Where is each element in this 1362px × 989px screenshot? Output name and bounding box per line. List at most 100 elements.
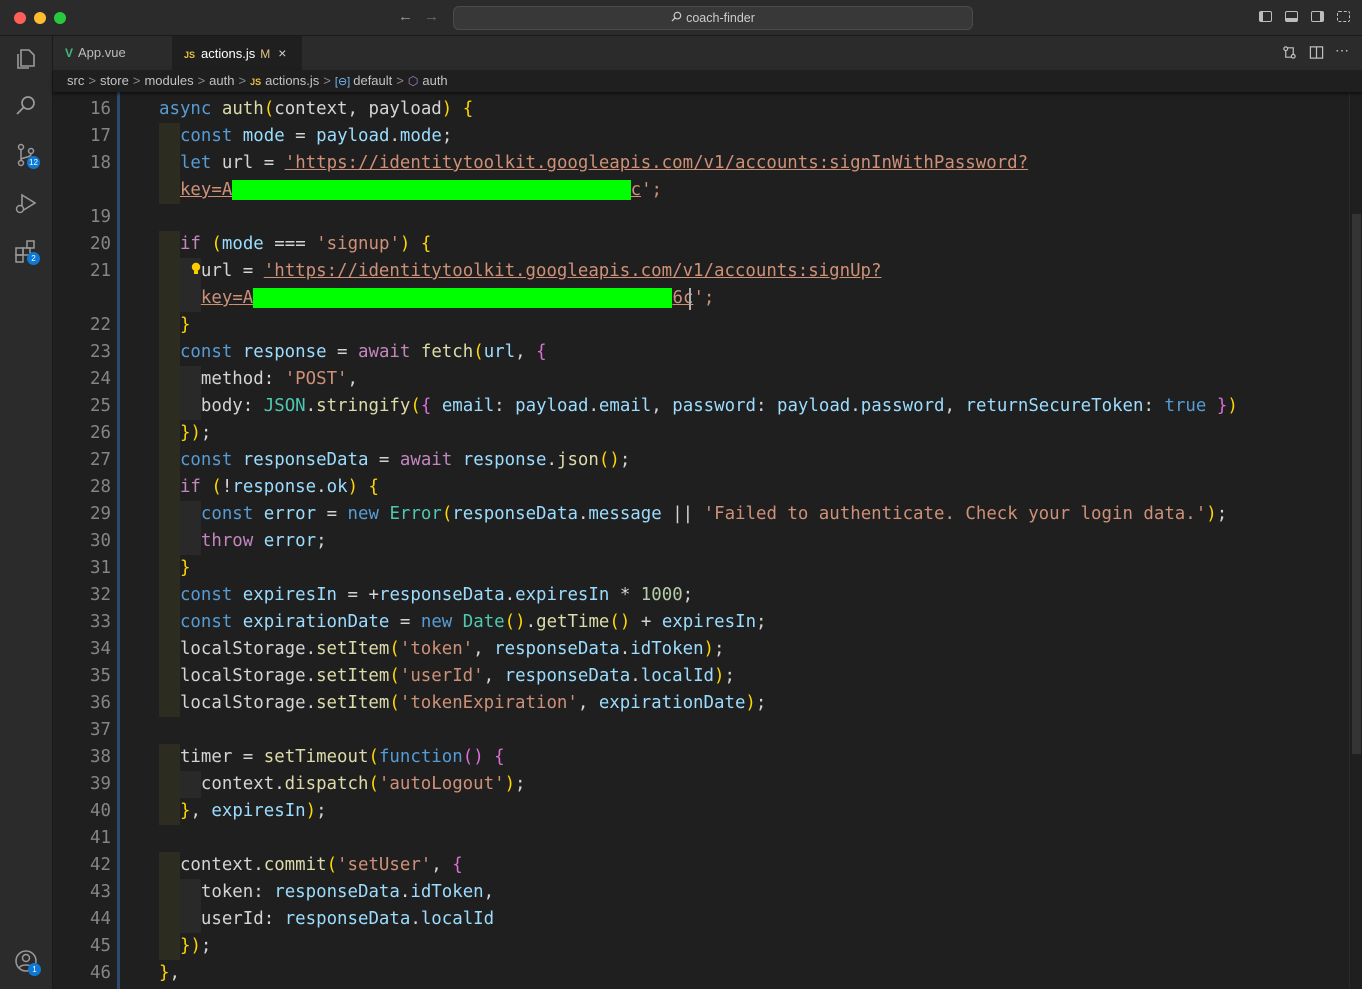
code-punct: = — [242, 747, 254, 767]
string-literal: 'POST' — [284, 369, 348, 389]
code-punct: . — [253, 855, 264, 875]
source-control-icon[interactable]: 12 — [13, 142, 40, 169]
code-line[interactable]: 26 }); — [53, 420, 1349, 447]
code-line[interactable]: 18 let url = 'https://identitytoolkit.go… — [53, 150, 1349, 177]
compare-changes-icon[interactable] — [1282, 45, 1297, 63]
code-token: localStorage — [179, 666, 306, 686]
code-line[interactable]: 31 } — [53, 555, 1349, 582]
code-punct: . — [577, 504, 589, 524]
breadcrumb-symbol-default[interactable]: default — [353, 73, 392, 88]
breadcrumb-file[interactable]: actions.js — [265, 73, 319, 88]
code-line[interactable]: 20 if (mode === 'signup') { — [53, 231, 1349, 258]
code-punct — [389, 612, 399, 632]
code-line[interactable]: key=A c'; — [53, 177, 1349, 204]
breadcrumb-src[interactable]: src — [67, 73, 84, 88]
close-window-button[interactable] — [14, 12, 26, 24]
breadcrumb-auth-folder[interactable]: auth — [209, 73, 234, 88]
code-line[interactable]: key=A6c'; — [53, 285, 1349, 312]
back-arrow-icon[interactable]: ← — [398, 8, 413, 26]
code-punct — [159, 126, 180, 146]
code-punct — [159, 612, 180, 632]
extensions-icon[interactable]: 2 — [13, 238, 40, 265]
code-punct: ( — [368, 774, 379, 794]
code-line[interactable]: 22 } — [53, 312, 1349, 339]
code-punct — [484, 639, 494, 659]
code-text: method: 'POST', — [159, 366, 358, 393]
code-line[interactable]: 21 url = 'https://identitytoolkit.google… — [53, 258, 1349, 285]
scrollbar-thumb[interactable] — [1352, 214, 1361, 754]
code-punct — [452, 612, 462, 632]
code-editor[interactable]: 16 async auth(context, payload) {17 const… — [53, 92, 1349, 989]
code-line[interactable]: 19 — [53, 204, 1349, 231]
toggle-panel-icon[interactable] — [1285, 11, 1298, 22]
code-line[interactable]: 29 const error = new Error(responseData.… — [53, 501, 1349, 528]
code-line[interactable]: 45 }); — [53, 933, 1349, 960]
files-icon[interactable] — [13, 46, 39, 72]
code-line[interactable]: 16 async auth(context, payload) { — [53, 96, 1349, 123]
code-text: }); — [159, 420, 211, 447]
code-line[interactable]: 33 const expirationDate = new Date().get… — [53, 609, 1349, 636]
code-punct — [662, 504, 672, 524]
code-line[interactable]: 34 localStorage.setItem('token', respons… — [53, 636, 1349, 663]
code-text: async auth(context, payload) { — [159, 96, 473, 123]
toggle-secondary-sidebar-icon[interactable] — [1311, 11, 1324, 22]
code-line[interactable]: 43 token: responseData.idToken, — [53, 879, 1349, 906]
code-punct — [358, 477, 368, 497]
code-line[interactable]: 17 const mode = payload.mode; — [53, 123, 1349, 150]
code-line[interactable]: 38 timer = setTimeout(function() { — [53, 744, 1349, 771]
code-punct: ; — [1216, 504, 1228, 524]
line-number: 44 — [90, 909, 111, 929]
code-line[interactable]: 28 if (!response.ok) { — [53, 474, 1349, 501]
code-punct — [159, 288, 201, 308]
toggle-primary-sidebar-icon[interactable] — [1259, 11, 1272, 22]
code-punct: } — [1216, 396, 1228, 416]
code-punct: * — [619, 585, 631, 605]
code-punct — [264, 882, 274, 902]
code-line[interactable]: 39 context.dispatch('autoLogout'); — [53, 771, 1349, 798]
code-punct — [285, 126, 295, 146]
code-line[interactable]: 23 const response = await fetch(url, { — [53, 339, 1349, 366]
run-debug-icon[interactable] — [13, 190, 39, 216]
lightbulb-icon[interactable] — [191, 262, 201, 279]
breadcrumb-store[interactable]: store — [100, 73, 129, 88]
code-punct — [253, 504, 263, 524]
code-line[interactable]: 37 — [53, 717, 1349, 744]
code-token: timer — [179, 747, 233, 767]
code-punct: = — [326, 504, 338, 524]
code-line[interactable]: 35 localStorage.setItem('userId', respon… — [53, 663, 1349, 690]
account-icon[interactable]: 1 — [13, 948, 41, 976]
code-line[interactable]: 24 method: 'POST', — [53, 366, 1349, 393]
split-editor-icon[interactable] — [1309, 45, 1324, 63]
customize-layout-icon[interactable] — [1337, 11, 1350, 22]
code-line[interactable]: 25 body: JSON.stringify({ email: payload… — [53, 393, 1349, 420]
code-line[interactable]: 42 context.commit('setUser', { — [53, 852, 1349, 879]
code-line[interactable]: 46}, — [53, 960, 1349, 987]
code-punct — [201, 801, 211, 821]
tab-actions-js[interactable]: JS actions.js M × — [172, 36, 302, 70]
tab-bar: V App.vue JS actions.js M × ⋯ — [53, 36, 1362, 70]
tab-app-vue[interactable]: V App.vue — [53, 36, 171, 70]
minimize-window-button[interactable] — [34, 12, 46, 24]
maximize-window-button[interactable] — [54, 12, 66, 24]
code-line[interactable]: 27 const responseData = await response.j… — [53, 447, 1349, 474]
more-actions-icon[interactable]: ⋯ — [1335, 42, 1349, 59]
forward-arrow-icon[interactable]: → — [424, 8, 439, 26]
command-center-search[interactable]: coach-finder — [453, 6, 973, 30]
code-line[interactable]: 36 localStorage.setItem('tokenExpiration… — [53, 690, 1349, 717]
code-line[interactable]: 44 userId: responseData.localId — [53, 906, 1349, 933]
code-token: if — [179, 477, 201, 497]
code-line[interactable]: 41 — [53, 825, 1349, 852]
search-icon[interactable] — [13, 93, 39, 119]
breadcrumb-modules[interactable]: modules — [144, 73, 193, 88]
code-line[interactable]: 32 const expiresIn = +responseData.expir… — [53, 582, 1349, 609]
code-line[interactable]: 40 }, expiresIn); — [53, 798, 1349, 825]
code-punct: || — [672, 504, 694, 524]
string-literal: 'tokenExpiration' — [399, 693, 578, 713]
close-tab-icon[interactable]: × — [278, 45, 286, 61]
code-punct: ) — [347, 477, 359, 497]
code-line[interactable]: 30 throw error; — [53, 528, 1349, 555]
code-punct — [348, 342, 358, 362]
code-punct: ) — [1206, 504, 1217, 524]
breadcrumb-separator: > — [197, 73, 206, 88]
breadcrumb-symbol-auth[interactable]: auth — [422, 73, 447, 88]
